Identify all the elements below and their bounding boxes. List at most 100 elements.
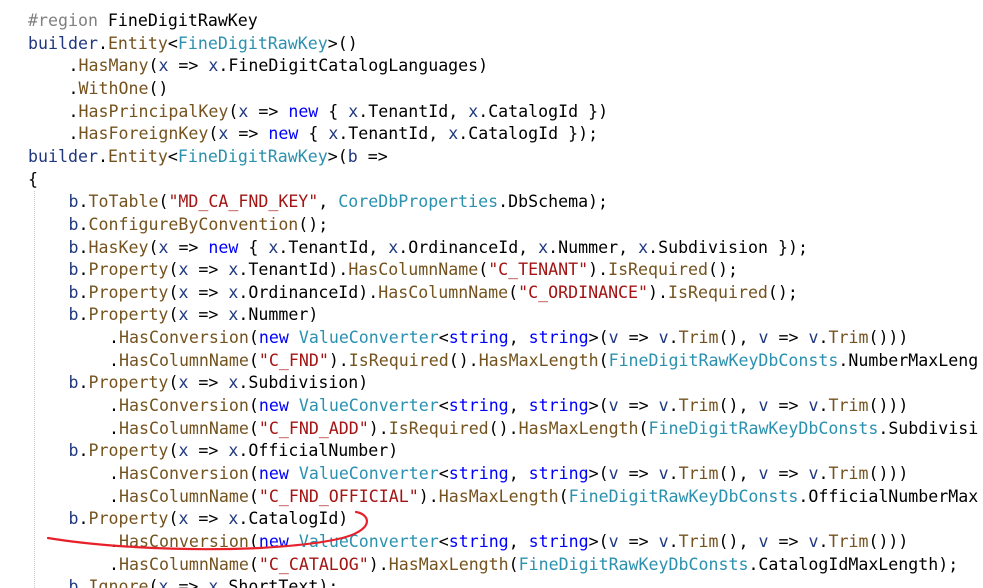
- code-line: b.Ignore(x => x.ShortText);: [69, 576, 339, 588]
- code-token-plain: ,: [508, 328, 529, 348]
- code-token-plain: (),: [718, 328, 759, 348]
- code-token-plain: (: [248, 464, 259, 483]
- code-token-plain: ,: [508, 531, 529, 551]
- code-token-param: v: [808, 328, 819, 348]
- code-token-plain: <: [167, 33, 178, 53]
- code-token-method: HasColumnName: [119, 350, 249, 370]
- code-token-type: FineDigitRawKey: [177, 146, 328, 166]
- code-token-param: b: [68, 305, 79, 325]
- code-token-plain: .: [78, 577, 89, 588]
- code-token-method: HasColumnName: [348, 260, 479, 280]
- code-token-method: IsRequired: [388, 418, 489, 438]
- code-token-param: v: [808, 464, 819, 483]
- code-token-method: Trim: [828, 531, 869, 551]
- code-token-plain: >(: [588, 531, 609, 551]
- code-token-plain: (: [148, 56, 159, 76]
- code-token-plain: .: [668, 531, 679, 551]
- code-token-method: HasColumnName: [119, 554, 249, 574]
- code-token-plain: .: [97, 33, 108, 53]
- code-token-param: v: [808, 531, 819, 551]
- code-token-param: x: [178, 305, 189, 325]
- code-token-param: b: [68, 237, 79, 257]
- code-line: b.Property(x => x.OrdinanceId).HasColumn…: [69, 282, 798, 305]
- code-token-plain: >(: [327, 146, 348, 166]
- code-token-plain: ().: [488, 418, 519, 438]
- code-token-plain: .: [68, 78, 79, 98]
- code-token-plain: .OrdinanceId,: [398, 237, 539, 257]
- code-token-plain: (: [598, 350, 609, 370]
- code-token-method: Trim: [678, 396, 719, 416]
- code-token-param: x: [208, 56, 219, 76]
- code-token-plain: ).: [588, 260, 609, 280]
- code-token-plain: =>: [168, 237, 209, 257]
- code-token-string: "C_TENANT": [488, 260, 589, 280]
- code-token-param: x: [348, 101, 359, 121]
- code-token-plain: {: [318, 101, 349, 121]
- code-token-plain: >(: [588, 464, 609, 483]
- code-token-method: IsRequired: [608, 260, 708, 280]
- code-token-param: x: [328, 124, 339, 144]
- code-token-plain: (),: [718, 396, 759, 416]
- code-token-preproc: #region: [28, 11, 98, 30]
- code-token-plain: .: [78, 260, 89, 280]
- code-token-plain: {: [238, 237, 269, 257]
- code-token-method: HasConversion: [119, 531, 249, 551]
- code-token-plain: (: [168, 441, 179, 461]
- code-line: b.Property(x => x.Nummer): [69, 304, 319, 327]
- code-token-plain: (: [508, 282, 519, 302]
- code-token-plain: (: [168, 282, 179, 302]
- code-token-plain: =>: [768, 396, 809, 416]
- code-token-plain: (: [168, 260, 179, 280]
- code-token-plain: .: [109, 486, 119, 506]
- code-token-plain: (: [168, 305, 179, 325]
- code-token-param: x: [388, 237, 399, 257]
- code-token-method: Trim: [678, 531, 719, 551]
- code-token-plain: =>: [618, 531, 659, 551]
- code-token-param: x: [178, 509, 189, 529]
- code-token-plain: =>: [768, 531, 809, 551]
- code-token-plain: .: [109, 350, 119, 370]
- code-token-plain: =>: [188, 509, 229, 529]
- code-token-plain: .: [818, 464, 829, 483]
- code-token-method: HasMany: [78, 56, 149, 76]
- code-token-plain: .DbSchema);: [498, 192, 609, 212]
- code-token-param: v: [758, 464, 769, 483]
- code-token-type: FineDigitRawKeyDbConsts: [648, 418, 879, 438]
- code-token-plain: (),: [718, 531, 759, 551]
- code-token-plain: .: [668, 328, 679, 348]
- code-token-plain: (: [228, 101, 239, 121]
- code-token-plain: .: [109, 396, 119, 416]
- code-token-param: v: [608, 531, 619, 551]
- code-editor[interactable]: #region FineDigitRawKey builder.Entity<Fi…: [0, 0, 983, 588]
- code-token-method: HasMaxLength: [478, 350, 599, 370]
- code-token-plain: =>: [768, 328, 809, 348]
- code-token-param: x: [638, 237, 649, 257]
- code-token-plain: (): [148, 78, 169, 98]
- code-token-keyword: string: [448, 328, 509, 348]
- code-token-plain: (: [248, 531, 259, 551]
- code-token-type: ValueConverter: [298, 531, 439, 551]
- code-token-method: ToTable: [88, 192, 159, 212]
- code-token-plain: .TenantId).: [238, 260, 349, 280]
- code-token-plain: ).: [648, 282, 669, 302]
- code-token-plain: =>: [618, 464, 659, 483]
- code-line: b.Property(x => x.Subdivision): [69, 372, 369, 395]
- code-token-string: "MD_CA_FND_KEY": [168, 192, 319, 212]
- code-line: b.Property(x => x.TenantId).HasColumnNam…: [69, 259, 738, 282]
- code-token-plain: ())): [868, 464, 909, 483]
- code-token-plain: =>: [188, 282, 229, 302]
- code-token-param: v: [758, 396, 769, 416]
- code-token-method: ConfigureByConvention: [88, 214, 299, 234]
- code-token-plain: <: [438, 396, 449, 416]
- code-token-keyword: string: [448, 396, 509, 416]
- code-token-plain: .Subdivision });: [648, 237, 808, 257]
- code-token-plain: =>: [228, 124, 269, 144]
- code-token-plain: .: [109, 554, 119, 574]
- code-token-plain: (: [508, 554, 519, 574]
- code-token-plain: ,: [318, 192, 339, 212]
- code-token-param: b: [68, 509, 79, 529]
- code-token-plain: ).: [368, 554, 389, 574]
- code-token-plain: .: [78, 214, 89, 234]
- code-token-param: builder: [28, 146, 98, 166]
